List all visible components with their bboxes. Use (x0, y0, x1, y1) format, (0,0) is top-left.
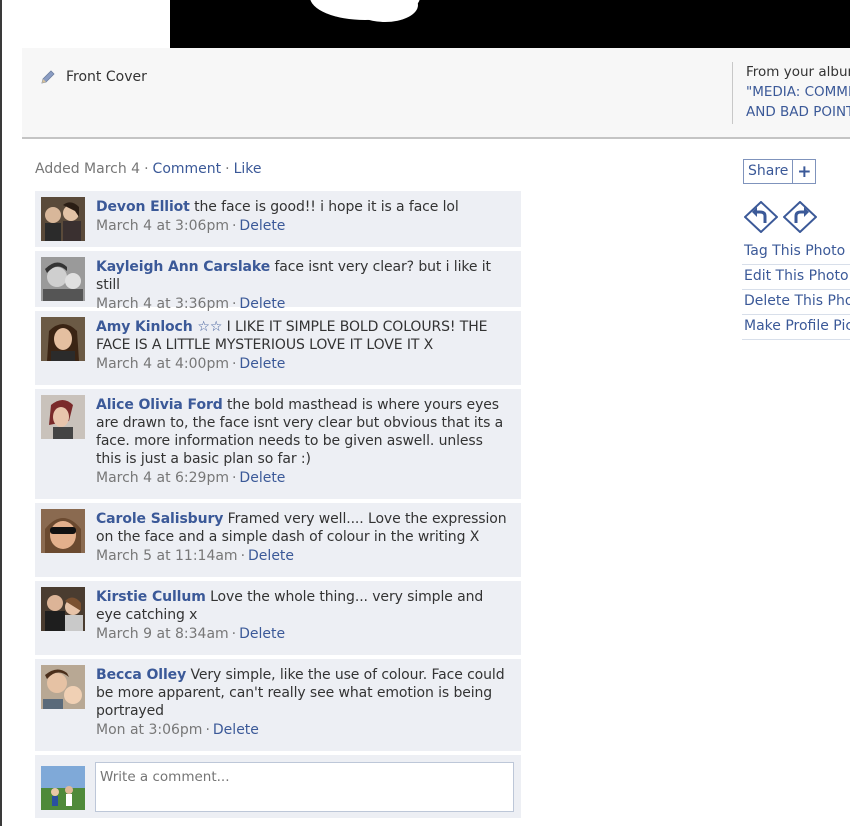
avatar-photo-icon (41, 317, 85, 361)
delete-comment-button[interactable]: Delete (239, 470, 285, 486)
delete-comment-button[interactable]: Delete (239, 296, 285, 312)
rotate-controls (744, 201, 817, 233)
photo-image[interactable] (170, 0, 850, 48)
delete-comment-button[interactable]: Delete (239, 356, 285, 372)
photo-caption[interactable]: Front Cover (40, 69, 147, 85)
tag-photo-link[interactable]: Tag This Photo (742, 240, 850, 265)
avatar-photo-icon (41, 395, 85, 439)
comment-item: Amy Kinloch ☆☆ I LIKE IT SIMPLE BOLD COL… (35, 311, 521, 385)
comment-author[interactable]: Devon Elliot (96, 199, 190, 215)
like-link[interactable]: Like (234, 161, 262, 177)
separator: · (231, 470, 237, 486)
album-link-line2[interactable]: AND BAD POINTS (746, 102, 850, 122)
comment-item: Kayleigh Ann Carslake face isnt very cle… (35, 251, 521, 312)
pencil-icon (41, 70, 55, 84)
comment-author[interactable]: Becca Olley (96, 667, 186, 683)
delete-comment-button[interactable]: Delete (248, 548, 294, 564)
comment-time: March 9 at 8:34am (96, 626, 229, 642)
comment-time: March 4 at 4:00pm (96, 356, 229, 372)
rotate-right-icon[interactable] (783, 201, 817, 233)
comment-input[interactable] (95, 762, 514, 812)
make-profile-picture-link[interactable]: Make Profile Picture (742, 315, 850, 340)
separator: · (225, 161, 230, 177)
avatar[interactable] (41, 197, 85, 241)
photo-meta: Added March 4 · Comment · Like (35, 161, 262, 177)
comment-text: Kirstie Cullum Love the whole thing... v… (96, 587, 511, 624)
avatar[interactable] (41, 587, 85, 631)
photo-actions: Tag This Photo Edit This Photo Delete Th… (742, 240, 850, 340)
album-from-label: From your album (746, 64, 850, 80)
comment-text: Alice Olivia Ford the bold masthead is w… (96, 395, 511, 468)
comment-composer (35, 755, 521, 818)
comment-time: Mon at 3:06pm (96, 722, 203, 738)
avatar[interactable] (41, 395, 85, 439)
separator: · (231, 626, 237, 642)
comment-author[interactable]: Alice Olivia Ford (96, 397, 223, 413)
comment-author[interactable]: Amy Kinloch ☆☆ (96, 319, 222, 335)
comment-item: Devon Elliot the face is good!! i hope i… (35, 191, 521, 247)
comment-author[interactable]: Kayleigh Ann Carslake (96, 259, 270, 275)
comment-text: Becca Olley Very simple, like the use of… (96, 665, 511, 720)
separator: · (240, 548, 246, 564)
rotate-left-icon[interactable] (744, 201, 778, 233)
share-button[interactable]: Share + (743, 159, 817, 184)
comment-author[interactable]: Kirstie Cullum (96, 589, 206, 605)
caption-text: Front Cover (66, 69, 147, 85)
comment-meta: March 4 at 4:00pm · Delete (96, 354, 511, 374)
comment-text: Carole Salisbury Framed very well.... Lo… (96, 509, 511, 546)
comment-meta: March 4 at 6:29pm · Delete (96, 468, 511, 488)
comment-meta: March 4 at 3:06pm · Delete (96, 216, 459, 236)
avatar[interactable] (41, 317, 85, 361)
caption-band: Front Cover From your album "MEDIA: COMM… (22, 48, 850, 139)
avatar-photo-icon (41, 665, 85, 709)
comment-time: March 4 at 6:29pm (96, 470, 229, 486)
avatar[interactable] (41, 665, 85, 709)
photo-page: Front Cover From your album "MEDIA: COMM… (0, 0, 850, 826)
comment-item: Carole Salisbury Framed very well.... Lo… (35, 503, 521, 577)
avatar-photo-icon (41, 197, 85, 241)
comment-link[interactable]: Comment (153, 161, 222, 177)
delete-comment-button[interactable]: Delete (239, 218, 285, 234)
comment-time: March 5 at 11:14am (96, 548, 238, 564)
avatar-photo-icon (41, 257, 85, 301)
separator: · (231, 356, 237, 372)
comment-time: March 4 at 3:06pm (96, 218, 229, 234)
comment-text: Devon Elliot the face is good!! i hope i… (96, 197, 459, 216)
avatar (41, 766, 85, 810)
separator: · (205, 722, 210, 738)
comment-time: March 4 at 3:36pm (96, 296, 229, 312)
added-date: Added March 4 (35, 161, 141, 177)
comment-meta: March 9 at 8:34am · Delete (96, 624, 511, 644)
separator: · (231, 218, 237, 234)
delete-comment-button[interactable]: Delete (239, 626, 285, 642)
avatar[interactable] (41, 257, 85, 301)
avatar-photo-icon (41, 509, 85, 553)
avatar[interactable] (41, 509, 85, 553)
comment-item: Alice Olivia Ford the bold masthead is w… (35, 389, 521, 499)
album-info: From your album "MEDIA: COMMENTS AND BAD… (732, 62, 850, 124)
comment-text: Kayleigh Ann Carslake face isnt very cle… (96, 257, 511, 294)
album-link-line1[interactable]: "MEDIA: COMMENTS (746, 82, 850, 102)
comment-message: the face is good!! i hope it is a face l… (189, 199, 459, 215)
separator: · (144, 161, 149, 177)
comment-meta: Mon at 3:06pm · Delete (96, 720, 511, 740)
delete-comment-button[interactable]: Delete (213, 722, 259, 738)
comment-item: Kirstie Cullum Love the whole thing... v… (35, 581, 521, 655)
avatar-photo-icon (41, 587, 85, 631)
separator: · (231, 296, 237, 312)
comment-list: Devon Elliot the face is good!! i hope i… (35, 191, 521, 818)
comment-text: Amy Kinloch ☆☆ I LIKE IT SIMPLE BOLD COL… (96, 317, 511, 354)
share-label[interactable]: Share (744, 160, 794, 183)
comment-item: Becca Olley Very simple, like the use of… (35, 659, 521, 751)
comment-author[interactable]: Carole Salisbury (96, 511, 223, 527)
share-plus-icon[interactable]: + (793, 160, 815, 183)
avatar-photo-icon (41, 766, 85, 810)
delete-photo-link[interactable]: Delete This Photo (742, 290, 850, 315)
edit-photo-link[interactable]: Edit This Photo (742, 265, 850, 290)
comment-meta: March 5 at 11:14am · Delete (96, 546, 511, 566)
